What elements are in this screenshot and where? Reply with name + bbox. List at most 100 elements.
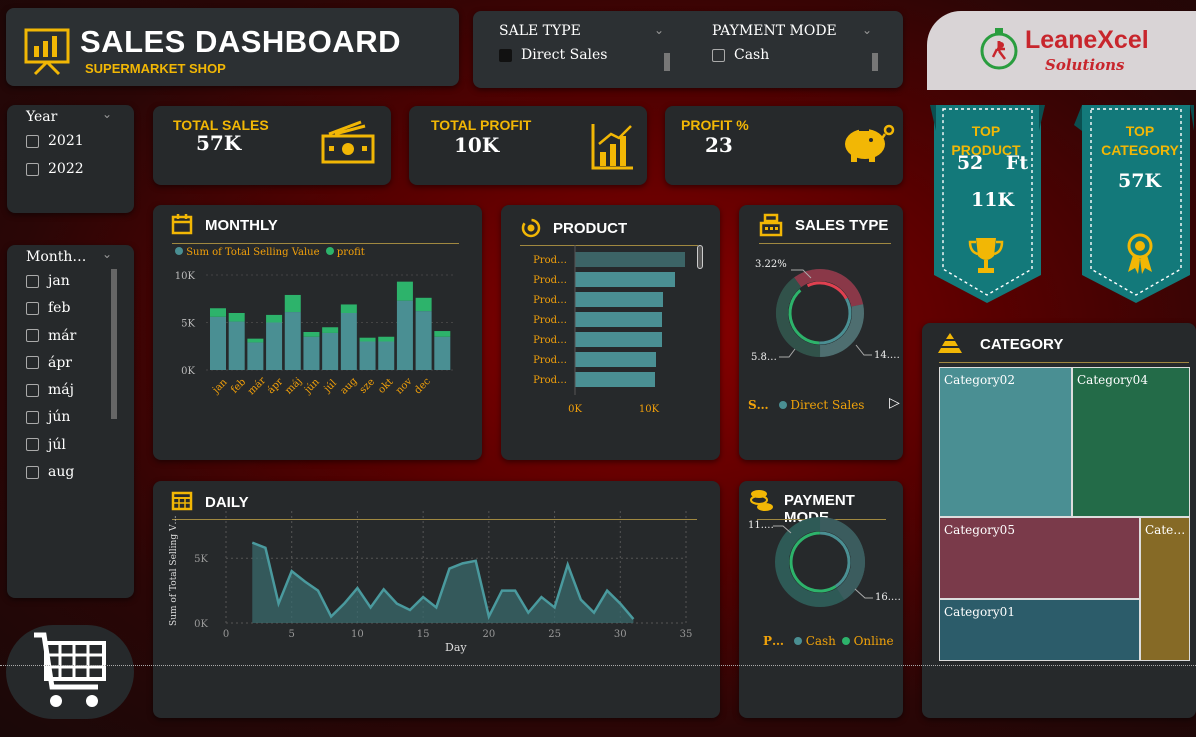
slicer-item[interactable]: máj bbox=[26, 382, 76, 409]
checkbox-icon[interactable] bbox=[26, 438, 39, 452]
product-bar bbox=[575, 252, 685, 267]
chevron-down-icon[interactable]: ⌄ bbox=[654, 23, 664, 37]
monthly-title: MONTHLY bbox=[205, 217, 278, 234]
product-title: PRODUCT bbox=[553, 220, 628, 237]
checkbox-icon[interactable] bbox=[26, 356, 39, 370]
slicer-item[interactable]: júl bbox=[26, 437, 76, 464]
donut-segment bbox=[776, 277, 821, 357]
category-card: CATEGORY Category02 Category04 Category0… bbox=[922, 323, 1196, 718]
growth-chart-icon bbox=[591, 124, 633, 170]
treemap-label: Category01 bbox=[944, 605, 1015, 619]
y-tick-label: 0K bbox=[181, 366, 195, 377]
kpi-value: 57K bbox=[196, 131, 242, 155]
y-tick-label: 5K bbox=[194, 554, 208, 565]
checkbox-icon[interactable] bbox=[26, 465, 39, 479]
legend-dot bbox=[841, 637, 850, 645]
product-label: Prod… bbox=[533, 335, 567, 346]
kpi-profit-pct: PROFIT % 23 bbox=[665, 106, 903, 185]
slicer-item[interactable]: 2021 bbox=[26, 133, 84, 161]
slicer-item[interactable]: már bbox=[26, 328, 76, 355]
treemap-cell[interactable]: Category05 bbox=[939, 517, 1140, 599]
month-slicer[interactable]: Month… ⌄ jan feb már ápr máj jún júl aug bbox=[7, 245, 134, 598]
checkbox-icon[interactable] bbox=[26, 274, 39, 288]
sale-type-slicer[interactable]: SALE TYPE ⌄ Direct Sales bbox=[499, 23, 670, 71]
page-subtitle: SUPERMARKET SHOP bbox=[85, 61, 226, 76]
month-slicer-label: Month… bbox=[26, 249, 87, 265]
year-slicer[interactable]: Year ⌄ 2021 2022 bbox=[7, 105, 134, 213]
sales-type-legend: S… Direct Sales bbox=[748, 398, 864, 412]
bar-profit bbox=[266, 314, 283, 323]
slicer-item[interactable]: ápr bbox=[26, 355, 76, 382]
checkbox-icon[interactable] bbox=[26, 301, 39, 315]
slicer-item[interactable]: feb bbox=[26, 300, 76, 327]
legend-next-icon[interactable]: ▷ bbox=[889, 395, 900, 411]
treemap-cell[interactable]: Category04 bbox=[1072, 367, 1190, 517]
product-bar bbox=[575, 292, 663, 307]
title-underline bbox=[939, 362, 1189, 363]
option-label: Cash bbox=[734, 47, 770, 63]
payment-right-label: 16.… bbox=[875, 592, 901, 603]
scrollbar[interactable] bbox=[697, 245, 703, 269]
logo-panel: LeaneXcel Solutions bbox=[927, 11, 1196, 90]
bar-sales bbox=[415, 311, 432, 370]
y-tick-label: 10K bbox=[175, 271, 196, 282]
bar-profit bbox=[210, 308, 226, 317]
sale-type-option[interactable]: Direct Sales bbox=[499, 47, 664, 63]
x-tick-label: 0 bbox=[223, 629, 229, 640]
scrollbar[interactable] bbox=[872, 53, 878, 71]
x-tick-label: 35 bbox=[680, 629, 693, 640]
treemap-cell[interactable]: Category01 bbox=[939, 599, 1140, 661]
scrollbar[interactable] bbox=[111, 269, 117, 419]
chevron-down-icon[interactable]: ⌄ bbox=[862, 23, 872, 37]
checkbox-icon[interactable] bbox=[26, 383, 39, 397]
calendar-icon bbox=[171, 214, 193, 235]
chevron-down-icon[interactable]: ⌄ bbox=[102, 107, 112, 121]
top-product-value: 11K bbox=[971, 189, 1014, 211]
checkbox-icon[interactable] bbox=[26, 329, 39, 343]
slicer-item-label: jún bbox=[48, 409, 71, 426]
bar-sales bbox=[434, 336, 451, 370]
daily-card: DAILY 0 5 10 15 20 25 30 35 0K 5K Day Sum of Tota… bbox=[153, 481, 720, 718]
bar-sales bbox=[228, 321, 245, 370]
slicer-item[interactable]: jan bbox=[26, 273, 76, 300]
daily-area bbox=[252, 542, 634, 623]
checkbox-icon[interactable] bbox=[26, 134, 39, 148]
bar-profit bbox=[340, 304, 357, 313]
checkbox-icon[interactable] bbox=[26, 162, 39, 176]
daily-area-chart: 0 5 10 15 20 25 30 35 0K 5K bbox=[194, 511, 693, 640]
bar-sales bbox=[322, 332, 339, 370]
slicer-item[interactable]: 2022 bbox=[26, 161, 84, 189]
kpi-value: 10K bbox=[454, 133, 500, 157]
monthly-bar-chart: 0K 5K 10K jan febmáráprmájjún júl augsze oktnov… bbox=[175, 271, 453, 397]
bar-profit bbox=[396, 281, 413, 301]
x-tick-label: okt bbox=[376, 377, 395, 396]
legend-dot bbox=[325, 247, 334, 255]
x-tick-label: már bbox=[246, 375, 268, 397]
bar-sales bbox=[266, 322, 283, 370]
slicer-item[interactable]: jún bbox=[26, 409, 76, 436]
checkbox-icon[interactable] bbox=[499, 48, 512, 62]
payment-mode-slicer[interactable]: PAYMENT MODE ⌄ Cash bbox=[712, 23, 878, 71]
treemap-cell[interactable]: Category02 bbox=[939, 367, 1072, 517]
x-tick-label: 15 bbox=[417, 629, 430, 640]
x-tick-label: jan bbox=[210, 376, 230, 396]
scrollbar[interactable] bbox=[664, 53, 670, 71]
treemap-cell[interactable]: Cate… bbox=[1140, 517, 1190, 661]
bar-profit bbox=[247, 338, 264, 343]
product-bar bbox=[575, 372, 655, 387]
slicer-item-label: jan bbox=[48, 273, 70, 289]
slicer-item[interactable]: aug bbox=[26, 464, 76, 491]
payment-mode-option[interactable]: Cash bbox=[712, 47, 872, 63]
chevron-down-icon[interactable]: ⌄ bbox=[102, 247, 112, 261]
checkbox-icon[interactable] bbox=[26, 410, 39, 424]
daily-ylabel: Sum of Total Selling V… bbox=[169, 515, 179, 626]
sale-type-label: SALE TYPE bbox=[499, 23, 581, 39]
leader-line bbox=[854, 588, 873, 599]
x-tick-label: 0K bbox=[568, 404, 582, 415]
payment-card: PAYMENT MODE 11.… 16.… P… Cash Online bbox=[739, 481, 903, 718]
title-underline bbox=[172, 243, 459, 244]
product-refresh-icon bbox=[521, 218, 541, 238]
divider-line bbox=[0, 665, 1196, 666]
monthly-legend: Sum of Total Selling Value profit bbox=[175, 247, 365, 258]
checkbox-icon[interactable] bbox=[712, 48, 725, 62]
